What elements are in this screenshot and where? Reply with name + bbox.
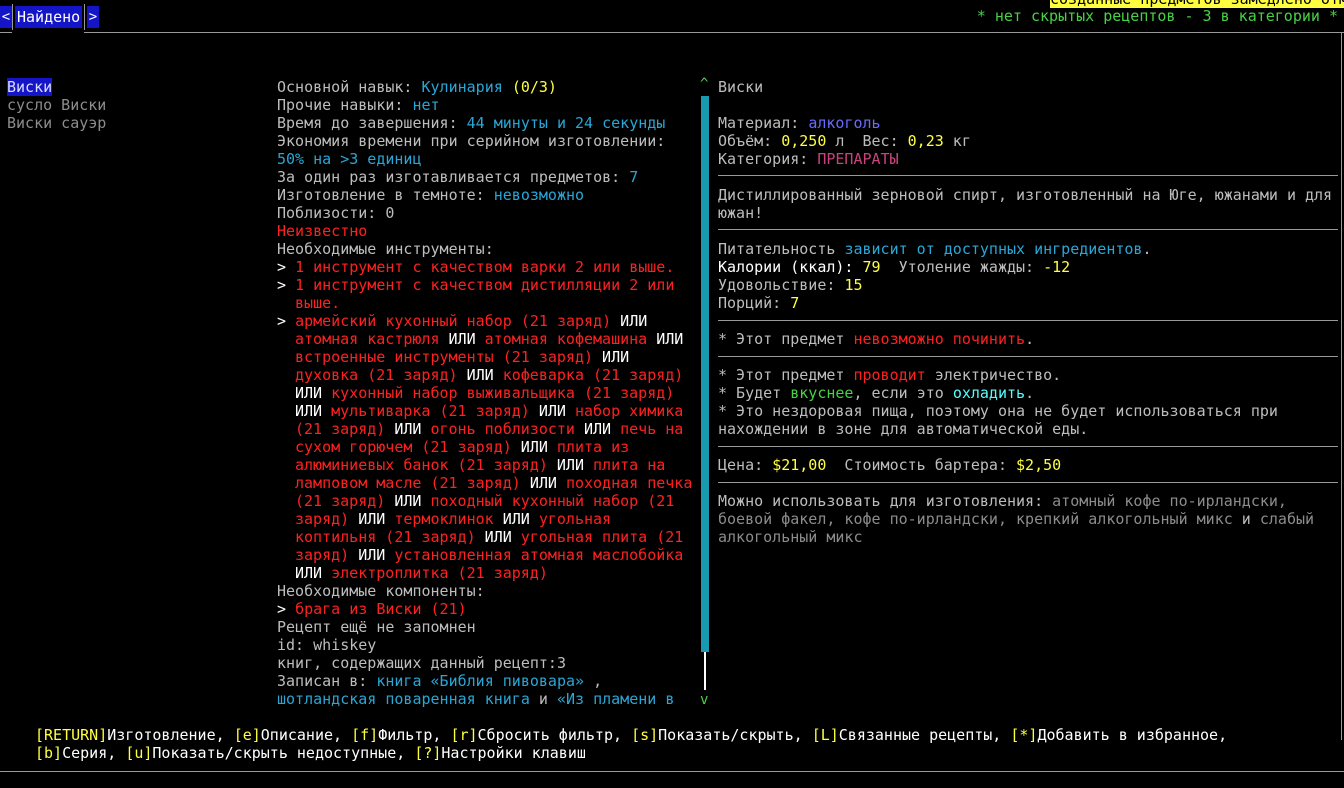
per-batch-line: За один раз изготавливается предметов: 7 bbox=[277, 168, 639, 186]
volume-weight-line: Объём: 0,250 л Вес: 0,23 кг bbox=[718, 132, 971, 150]
tool-alternatives: сухом горючем (21 заряд) ИЛИ плита из bbox=[295, 438, 630, 456]
key-b[interactable]: [b] bbox=[35, 744, 62, 762]
tool-alternatives: ИЛИ мультиварка (21 заряд) ИЛИ набор хим… bbox=[295, 402, 684, 420]
prev-tab-button[interactable]: < bbox=[0, 6, 12, 28]
recipe-id: id: whiskey bbox=[277, 636, 377, 654]
key-e[interactable]: [e] bbox=[234, 726, 261, 744]
fun-line: Удовольствие: 15 bbox=[718, 276, 863, 294]
written-in-line: Записан в: книга «Библия пивовара» , bbox=[277, 672, 603, 690]
calories-line: Калории (ккал): 79 Утоление жажды: -12 bbox=[718, 258, 1071, 276]
key-r[interactable]: [r] bbox=[450, 726, 477, 744]
tool-alternatives: атомная кастрюля ИЛИ атомная кофемашина … bbox=[295, 330, 684, 348]
dark-crafting-line: Изготовление в темноте: невозможно bbox=[277, 186, 585, 204]
memorize-status: Рецепт ещё не запомнен bbox=[277, 618, 476, 636]
item-description: Дистиллированный зерновой спирт, изготов… bbox=[718, 186, 1333, 204]
key-l[interactable]: [L] bbox=[812, 726, 839, 744]
tool-requirement-cont: выше. bbox=[295, 294, 341, 312]
key-u[interactable]: [u] bbox=[125, 744, 152, 762]
components-header: Необходимые компоненты: bbox=[277, 582, 485, 600]
tool-alternatives: встроенные инструменты (21 заряд) ИЛИ bbox=[295, 348, 630, 366]
primary-skill-line: Основной навык: Кулинария (0/3) bbox=[277, 78, 557, 96]
used-in-line: Можно использовать для изготовления: ато… bbox=[718, 492, 1287, 510]
scrollbar-track[interactable] bbox=[704, 652, 706, 690]
conductive-note: * Этот предмет проводит электричество. bbox=[718, 366, 1062, 384]
used-in-line-end: алкогольный микс bbox=[718, 528, 863, 546]
tool-requirement: > 1 инструмент с качеством варки 2 или в… bbox=[277, 258, 675, 276]
repair-note: * Этот предмет невозможно починить. bbox=[718, 330, 1035, 348]
tool-alternatives: (21 заряд) ИЛИ походный кухонный набор (… bbox=[295, 492, 675, 510]
tasty-note: * Будет вкуснее, если это охладить. bbox=[718, 384, 1035, 402]
next-tab-button[interactable]: > bbox=[87, 6, 99, 28]
other-skills-line: Прочие навыки: нет bbox=[277, 96, 440, 114]
tool-alternatives: ламповом масле (21 заряд) ИЛИ походная п… bbox=[295, 474, 693, 492]
key-return[interactable]: [RETURN] bbox=[35, 726, 107, 744]
used-in-line-cont: боевой факел, кофе по-ирландски, крепкий… bbox=[718, 510, 1315, 528]
scroll-down-arrow[interactable]: v bbox=[700, 692, 708, 708]
tool-alternatives: > армейский кухонный набор (21 заряд) ИЛ… bbox=[277, 312, 648, 330]
hidden-recipes-notice: * нет скрытых рецептов - 3 в категории * bbox=[976, 7, 1338, 25]
batch-saving-value: 50% на >3 единиц bbox=[277, 150, 422, 168]
list-item[interactable]: Виски сауэр bbox=[7, 114, 106, 132]
tool-alternatives: заряд) ИЛИ термоклинок ИЛИ угольная bbox=[295, 510, 612, 528]
tool-alternatives: коптильня (21 заряд) ИЛИ угольная плита … bbox=[295, 528, 684, 546]
category-line: Категория: ПРЕПАРАТЫ bbox=[718, 150, 899, 168]
key-hints-cont: [b]Серия, [u]Показать/скрыть недоступные… bbox=[35, 744, 586, 762]
portions-line: Порций: 7 bbox=[718, 294, 800, 312]
material-line: Материал: алкоголь bbox=[718, 114, 881, 132]
tool-alternatives: заряд) ИЛИ установленная атомная маслобо… bbox=[295, 546, 684, 564]
unhealthy-note-cont: нахождении в зоне для автоматической еды… bbox=[718, 420, 1089, 438]
tool-requirement: > 1 инструмент с качеством дистилляции 2… bbox=[277, 276, 675, 294]
tool-alternatives: (21 заряд) ИЛИ огонь поблизости ИЛИ печь… bbox=[295, 420, 684, 438]
key-star[interactable]: [*] bbox=[1010, 726, 1037, 744]
tool-alternatives: ИЛИ электроплитка (21 заряд) bbox=[295, 564, 548, 582]
tool-alternatives: ИЛИ кухонный набор выживальщика (21 заря… bbox=[295, 384, 675, 402]
item-description-cont: южан! bbox=[718, 204, 764, 222]
tool-alternatives: алюминиевых банок (21 заряд) ИЛИ плита н… bbox=[295, 456, 666, 474]
key-s[interactable]: [s] bbox=[631, 726, 658, 744]
tools-header: Необходимые инструменты: bbox=[277, 240, 494, 258]
written-in-line-cont: шотландская поваренная книга и «Из пламе… bbox=[277, 690, 675, 708]
list-item[interactable]: сусло Виски bbox=[7, 96, 106, 114]
scrollbar-thumb[interactable] bbox=[701, 96, 709, 652]
key-help[interactable]: [?] bbox=[414, 744, 441, 762]
key-f[interactable]: [f] bbox=[351, 726, 378, 744]
nutrition-line: Питательность зависит от доступных ингре… bbox=[718, 240, 1152, 258]
scroll-up-arrow[interactable]: ^ bbox=[700, 76, 708, 92]
time-line: Время до завершения: 44 минуты и 24 секу… bbox=[277, 114, 666, 132]
price-line: Цена: $21,00 Стоимость бартера: $2,50 bbox=[718, 456, 1062, 474]
nearby-line: Поблизости: 0 bbox=[277, 204, 395, 222]
list-item[interactable]: Виски bbox=[7, 78, 53, 96]
books-count: книг, содержащих данный рецепт:3 bbox=[277, 654, 566, 672]
unknown-status: Неизвестно bbox=[277, 222, 368, 240]
key-hints: [RETURN]Изготовление, [e]Описание, [f]Фи… bbox=[35, 726, 1228, 744]
tab-found[interactable]: Найдено bbox=[15, 6, 83, 28]
item-name: Виски bbox=[718, 78, 764, 96]
component-requirement: > брага из Виски (21) bbox=[277, 600, 467, 618]
tool-alternatives: духовка (21 заряд) ИЛИ кофеварка (21 зар… bbox=[295, 366, 684, 384]
unhealthy-note: * Это нездоровая пища, поэтому она не бу… bbox=[718, 402, 1278, 420]
batch-saving-label: Экономия времени при серийном изготовлен… bbox=[277, 132, 666, 150]
